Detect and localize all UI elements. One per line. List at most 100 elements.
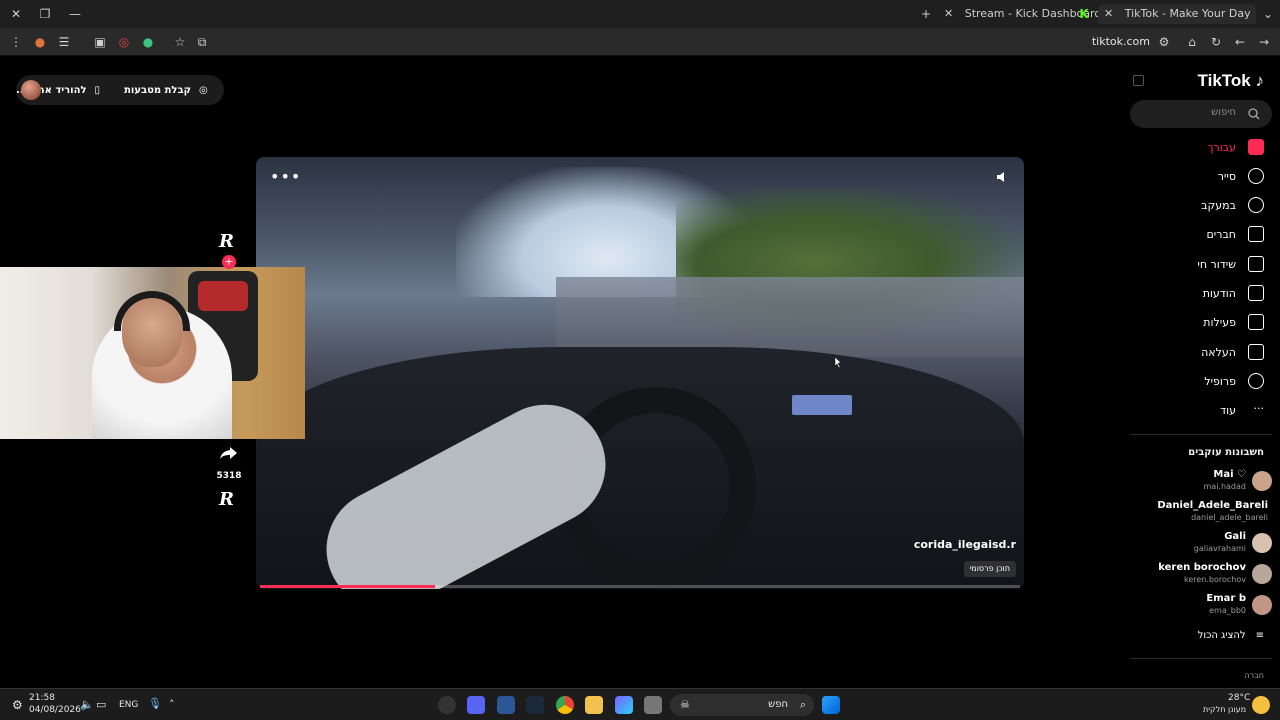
more-options-icon[interactable]: ••• — [270, 167, 301, 186]
friends-icon — [1248, 226, 1264, 242]
window-minimize-icon[interactable]: — — [67, 6, 83, 22]
tab-tiktok[interactable]: ✕ TikTok - Make Your Day — [1098, 4, 1256, 24]
extension-green-icon[interactable]: ● — [140, 34, 156, 50]
avatar[interactable] — [21, 80, 41, 100]
new-tab-icon[interactable]: + — [918, 6, 934, 22]
search-input[interactable]: חיפוש — [1130, 100, 1272, 128]
close-icon[interactable]: ✕ — [1104, 7, 1113, 20]
following-account-item[interactable]: Mai ♡ mai.hadad — [1127, 468, 1272, 494]
file-explorer-icon[interactable] — [585, 696, 603, 714]
account-handle: keren.borochov — [1184, 575, 1246, 584]
sidebar-item-3[interactable]: חברים — [1206, 226, 1264, 242]
mouse-cursor-icon — [834, 357, 842, 369]
network-icon[interactable]: ▭ — [96, 698, 106, 711]
home-icon[interactable]: ⌂ — [1184, 34, 1200, 50]
video-progress-fill — [260, 585, 435, 588]
show-all-button[interactable]: ≡ להציג הכול — [1198, 630, 1264, 641]
account-handle: ema_bb0 — [1209, 606, 1246, 615]
video-progress-bar[interactable] — [260, 585, 1020, 588]
upload-icon — [1248, 344, 1264, 360]
copilot-icon[interactable] — [615, 696, 633, 714]
sidebar-item-label: פרופיל — [1204, 374, 1236, 388]
following-account-item[interactable]: Gali galiavrahami — [1127, 530, 1272, 556]
app-clock-icon[interactable] — [438, 696, 456, 714]
discord-icon[interactable] — [467, 696, 485, 714]
volume-icon[interactable] — [994, 169, 1010, 185]
live-tv-icon — [1248, 256, 1264, 272]
close-icon[interactable]: ✕ — [944, 7, 953, 20]
back-icon[interactable]: ← — [1232, 34, 1248, 50]
tab-kick-dashboard[interactable]: ✕ Stream - Kick Dashboard — [944, 4, 1101, 24]
collapse-sidebar-icon[interactable] — [1133, 75, 1144, 86]
search-decoration-icon: ☠ — [680, 698, 690, 711]
clock-date[interactable]: 04/08/2026 — [29, 705, 81, 715]
avatar — [1252, 564, 1272, 584]
taskbar-search-input[interactable]: ☠ חפש ⌕ — [670, 694, 814, 716]
sidebar-item-0[interactable]: עבורך — [1208, 139, 1264, 155]
language-indicator[interactable]: ENG — [119, 700, 138, 710]
volume-icon[interactable]: 🔈 — [80, 698, 94, 711]
tab-label: TikTok - Make Your Day — [1124, 7, 1251, 20]
sidebar-item-7[interactable]: העלאה — [1201, 344, 1264, 360]
sidebar-item-5[interactable]: הודעות — [1203, 285, 1264, 301]
logo-text: TikTok — [1197, 71, 1251, 90]
extensions-puzzle-icon[interactable]: ▣ — [92, 34, 108, 50]
video-author-username[interactable]: corida_ilegaisd.r — [914, 538, 1016, 551]
weather-temp[interactable]: 28°C — [1228, 693, 1250, 703]
window-close-icon[interactable]: ✕ — [8, 6, 24, 22]
video-scene-road — [556, 277, 1024, 357]
chevron-up-icon[interactable]: ˄ — [169, 698, 175, 711]
start-windows-icon[interactable] — [822, 696, 840, 714]
sidebar-item-2[interactable]: במעקב — [1201, 197, 1264, 213]
sidebar-item-6[interactable]: פעילות — [1203, 314, 1264, 330]
music-disc-avatar[interactable]: R — [219, 489, 234, 510]
sidebar-item-8[interactable]: פרופיל — [1204, 373, 1264, 389]
taskbar-search-placeholder: חפש — [768, 699, 788, 710]
account-name: Emar b — [1206, 593, 1246, 604]
clock-time[interactable]: 21:58 — [29, 693, 55, 703]
weather-description[interactable]: מעונן חלקית — [1203, 705, 1246, 714]
follow-plus-button[interactable]: + — [222, 255, 236, 269]
tiktok-logo[interactable]: ♪ TikTok — [1198, 71, 1264, 91]
get-coins-link[interactable]: קבלת מטבעות — [124, 85, 191, 96]
sidebar-item-label: עבורך — [1207, 140, 1236, 154]
store-icon[interactable] — [497, 696, 515, 714]
sidebar-item-4[interactable]: שידור חי — [1197, 256, 1264, 272]
video-scene-car-screen — [792, 395, 852, 415]
window-restore-icon[interactable]: ❐ — [37, 6, 53, 22]
following-account-item[interactable]: Emar b ema_bb0 — [1127, 592, 1272, 618]
following-account-item[interactable]: keren borochov keren.borochov — [1127, 561, 1272, 587]
translate-icon[interactable]: ⧉ — [194, 34, 210, 50]
sidebar-item-9[interactable]: ··· עוד — [1220, 402, 1264, 418]
weather-sun-icon[interactable] — [1252, 696, 1270, 714]
tab-list-chevron-icon[interactable]: ⌄ — [1260, 6, 1276, 22]
sidebar-item-label: עוד — [1220, 403, 1236, 417]
following-account-item[interactable]: Daniel_Adele_Bareli daniel_adele_bareli — [1127, 499, 1272, 525]
search-icon: ⌕ — [799, 698, 806, 711]
reading-list-icon[interactable]: ☰ — [56, 34, 72, 50]
address-bar-url[interactable]: tiktok.com — [1092, 32, 1150, 52]
sidebar-item-label: חברים — [1206, 227, 1236, 241]
account-name: keren borochov — [1158, 562, 1246, 573]
headset — [114, 291, 190, 331]
chrome-icon[interactable] — [556, 696, 574, 714]
share-icon[interactable] — [219, 443, 239, 463]
extension-icon[interactable]: ● — [32, 34, 48, 50]
forward-icon[interactable]: → — [1256, 34, 1272, 50]
settings-gear-icon[interactable]: ⚙ — [12, 698, 23, 712]
microphone-icon[interactable]: 🎙 — [148, 697, 162, 710]
window-app-icon[interactable] — [644, 696, 662, 714]
extension-red-icon[interactable]: ◎ — [116, 34, 132, 50]
creator-avatar[interactable]: R — [219, 231, 234, 252]
menu-kebab-icon[interactable]: ⋮ — [8, 34, 24, 50]
sidebar-item-1[interactable]: סייר — [1218, 168, 1264, 184]
account-name: Gali — [1224, 531, 1246, 542]
site-settings-icon[interactable]: ⚙ — [1156, 34, 1172, 50]
activity-icon — [1248, 314, 1264, 330]
bookmark-star-icon[interactable]: ☆ — [172, 34, 188, 50]
music-disc-letter: R — [219, 489, 234, 510]
video-player[interactable]: ••• corida_ilegaisd.r תוכן פרסומי — [256, 157, 1024, 589]
reload-icon[interactable]: ↻ — [1208, 34, 1224, 50]
steam-icon[interactable] — [526, 696, 544, 714]
company-link[interactable]: חברה — [1244, 671, 1264, 680]
